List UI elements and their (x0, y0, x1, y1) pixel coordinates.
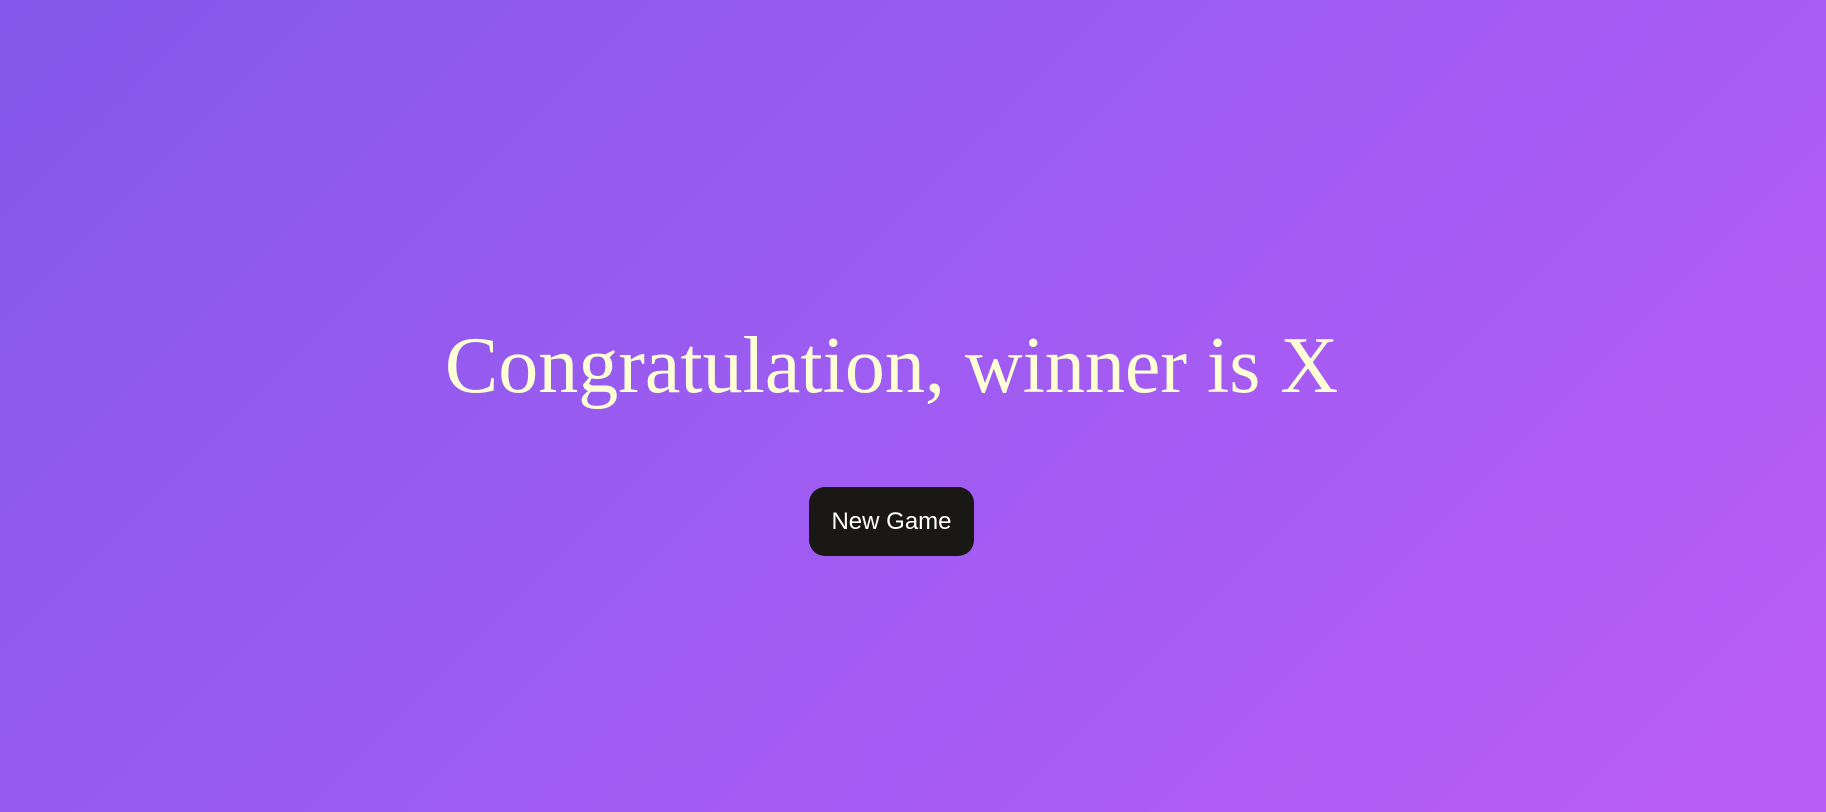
new-game-button[interactable]: New Game (809, 487, 974, 556)
winner-message: Congratulation, winner is X (444, 322, 1339, 410)
